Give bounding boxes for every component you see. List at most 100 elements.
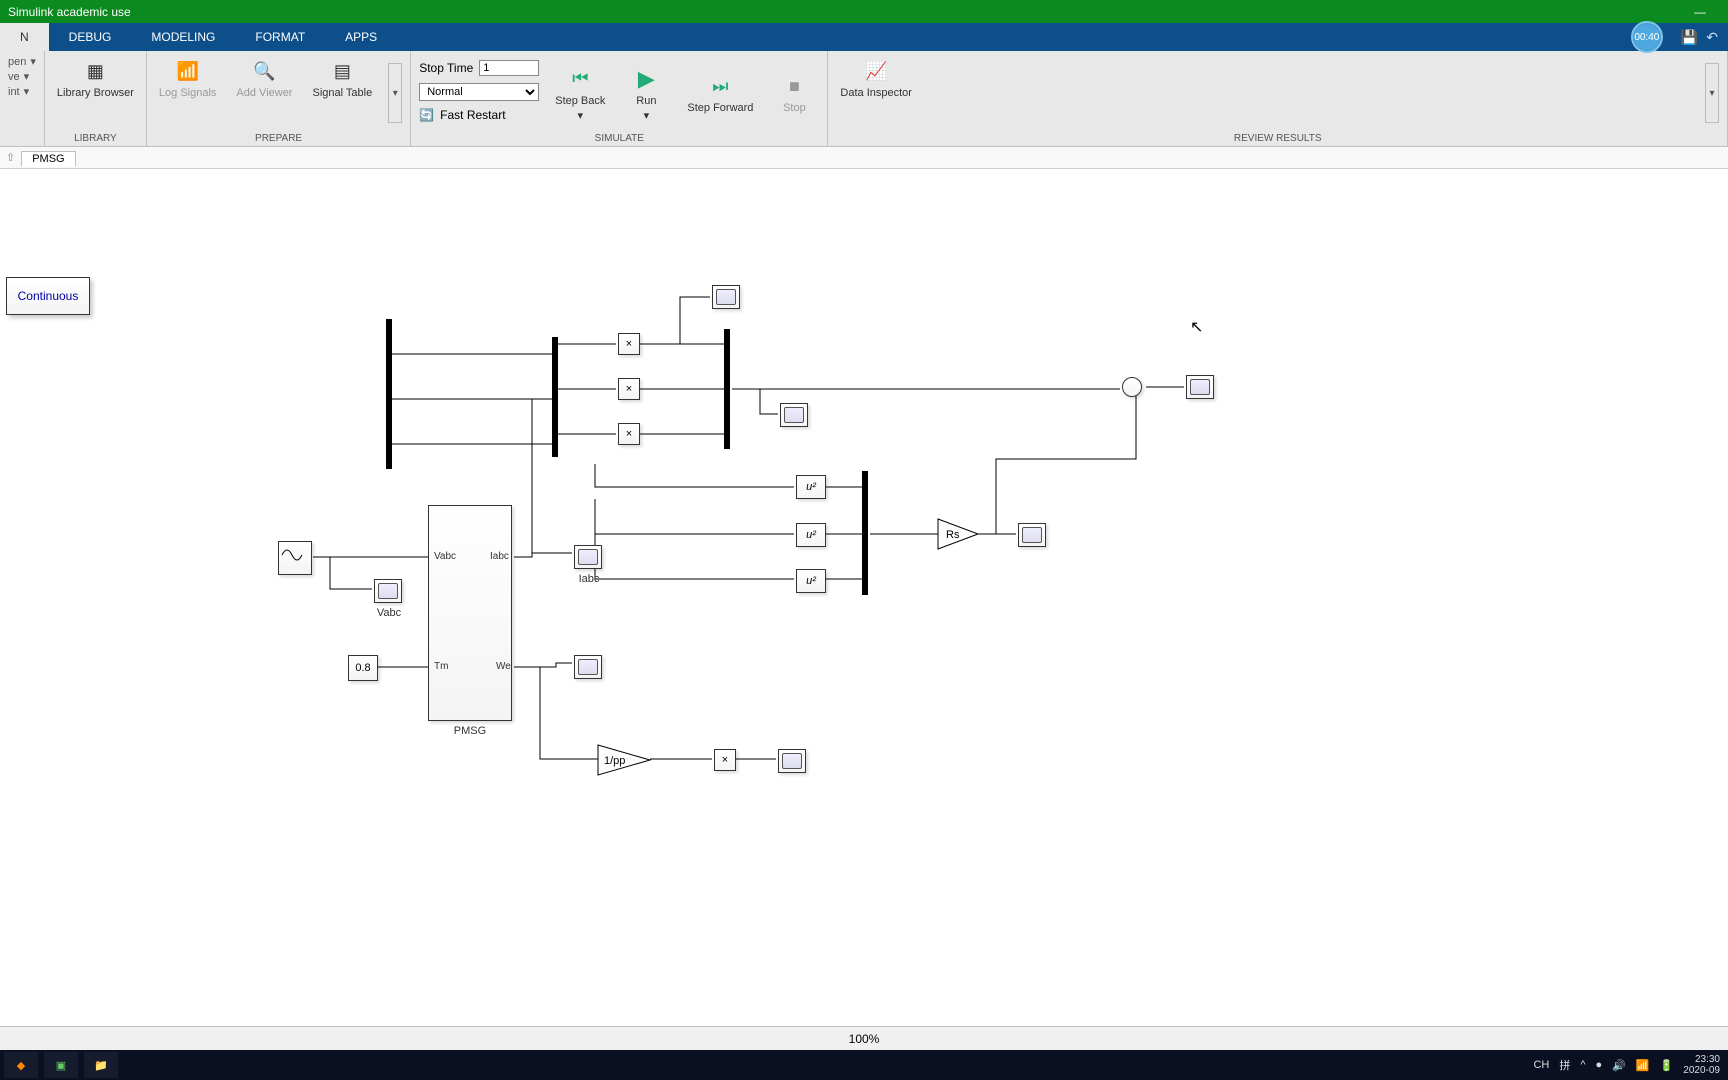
signal-lines	[0, 169, 1728, 1026]
data-inspector-button[interactable]: 📈 Data Inspector	[836, 55, 916, 101]
product4-block[interactable]: ×	[714, 749, 736, 771]
mux2-block[interactable]	[862, 471, 868, 595]
step-forward-button[interactable]: ⏭ Step Forward	[683, 70, 757, 116]
volume-icon[interactable]: 🔊	[1612, 1059, 1626, 1072]
pmsg-subsystem-block[interactable]	[428, 505, 512, 721]
square1-block[interactable]: u²	[796, 475, 826, 499]
windows-taskbar[interactable]: ◆ ▣ 📁 CH 拼 ^ ● 🔊 📶 🔋 23:30 2020-09	[0, 1050, 1728, 1080]
demux1-block[interactable]	[386, 319, 392, 469]
model-tab[interactable]: PMSG	[21, 151, 75, 167]
ime-indicator[interactable]: CH	[1533, 1059, 1549, 1071]
mux1-block[interactable]	[724, 329, 730, 449]
fast-restart-icon: 🔄	[419, 108, 434, 122]
zoom-level[interactable]: 100%	[849, 1032, 880, 1046]
scope-mid-block[interactable]	[780, 403, 808, 427]
onedrive-icon[interactable]: ●	[1596, 1059, 1603, 1071]
stoptime-label: Stop Time	[419, 61, 473, 75]
system-tray[interactable]: CH 拼 ^ ● 🔊 📶 🔋 23:30 2020-09	[1533, 1054, 1724, 1076]
group-label-simulate: SIMULATE	[419, 131, 819, 146]
explorer-taskbar-icon[interactable]: 📁	[84, 1052, 118, 1078]
sum-block[interactable]	[1122, 377, 1142, 397]
sine-wave-block[interactable]	[278, 541, 312, 575]
step-back-icon: ⏮	[566, 65, 594, 93]
iabc-scope-label: Iabc	[572, 573, 606, 585]
ribbon-tabstrip: N DEBUG MODELING FORMAT APPS 00:40 💾 ↶	[0, 23, 1728, 51]
product3-block[interactable]: ×	[618, 423, 640, 445]
pmsg-port-we: We	[496, 661, 511, 672]
undo-icon[interactable]: ↶	[1706, 29, 1718, 46]
svg-text:1/pp: 1/pp	[604, 755, 625, 767]
step-back-button[interactable]: ⏮ Step Back ▾	[551, 63, 609, 124]
signal-table-icon: ▤	[328, 57, 356, 85]
save-icon[interactable]: 💾	[1681, 29, 1698, 46]
scope-top-block[interactable]	[712, 285, 740, 309]
run-icon: ▶	[632, 65, 660, 93]
stop-button[interactable]: ■ Stop	[769, 70, 819, 116]
square3-block[interactable]: u²	[796, 569, 826, 593]
stoptime-input[interactable]	[479, 60, 539, 76]
fast-restart-button[interactable]: 🔄 Fast Restart	[419, 108, 539, 122]
ribbon-toolbar: pen ▾ ve ▾ int ▾ ▦ Library Browser LIBRA…	[0, 51, 1728, 147]
demux2-block[interactable]	[552, 337, 558, 457]
taskbar-clock[interactable]: 23:30 2020-09	[1683, 1054, 1724, 1076]
group-label-library: LIBRARY	[53, 131, 138, 146]
sim-mode-select[interactable]: Normal	[419, 83, 539, 101]
wifi-icon[interactable]: 📶	[1636, 1059, 1650, 1072]
we-scope-block[interactable]	[574, 655, 602, 679]
run-button[interactable]: ▶ Run ▾	[621, 63, 671, 124]
pmsg-label: PMSG	[428, 725, 512, 737]
log-signals-button[interactable]: 📶 Log Signals	[155, 55, 221, 101]
pmsg-port-tm: Tm	[434, 661, 448, 672]
matlab-taskbar-icon[interactable]: ◆	[4, 1052, 38, 1078]
product1-block[interactable]: ×	[618, 333, 640, 355]
scope-right-block[interactable]	[1186, 375, 1214, 399]
vabc-scope-block[interactable]	[374, 579, 402, 603]
scope-bottom-block[interactable]	[778, 749, 806, 773]
pmsg-port-vabc: Vabc	[434, 551, 456, 562]
window-titlebar: Simulink academic use —	[0, 0, 1728, 23]
group-label-prepare: PREPARE	[155, 131, 402, 146]
signal-table-button[interactable]: ▤ Signal Table	[308, 55, 376, 101]
prepare-more-dropdown[interactable]: ▾	[388, 63, 402, 123]
model-breadcrumb: ⇧ PMSG	[0, 147, 1728, 169]
constant-block[interactable]: 0.8	[348, 655, 378, 681]
add-viewer-button[interactable]: 🔍 Add Viewer	[232, 55, 296, 101]
vabc-scope-label: Vabc	[374, 607, 404, 619]
group-label-review: REVIEW RESULTS	[836, 131, 1719, 146]
iabc-scope-block[interactable]	[574, 545, 602, 569]
print-button[interactable]: int ▾	[8, 85, 36, 98]
library-icon: ▦	[81, 57, 109, 85]
open-button[interactable]: pen ▾	[8, 55, 36, 68]
svg-text:Rs: Rs	[946, 529, 960, 541]
tab-apps[interactable]: APPS	[325, 23, 397, 51]
status-bar: 100%	[0, 1026, 1728, 1050]
model-canvas[interactable]: Continuous Vabc 0.8 Vabc Iabc Tm We PMSG…	[0, 169, 1728, 1026]
tab-modeling[interactable]: MODELING	[131, 23, 235, 51]
sine-icon	[279, 542, 305, 568]
powergui-block[interactable]: Continuous	[6, 277, 90, 315]
scope-rs-block[interactable]	[1018, 523, 1046, 547]
tray-chevron-icon[interactable]: ^	[1580, 1059, 1585, 1071]
app2-taskbar-icon[interactable]: ▣	[44, 1052, 78, 1078]
recording-timer: 00:40	[1631, 21, 1663, 53]
up-icon[interactable]: ⇧	[6, 151, 15, 164]
tab-format[interactable]: FORMAT	[235, 23, 325, 51]
product2-block[interactable]: ×	[618, 378, 640, 400]
log-signals-icon: 📶	[174, 57, 202, 85]
tab-debug[interactable]: DEBUG	[49, 23, 132, 51]
pmsg-port-iabc: Iabc	[490, 551, 509, 562]
stop-icon: ■	[780, 72, 808, 100]
save-button[interactable]: ve ▾	[8, 70, 36, 83]
minimize-button[interactable]: —	[1680, 5, 1720, 19]
step-forward-icon: ⏭	[706, 72, 734, 100]
data-inspector-icon: 📈	[862, 57, 890, 85]
battery-icon[interactable]: 🔋	[1660, 1059, 1674, 1072]
add-viewer-icon: 🔍	[250, 57, 278, 85]
ime-mode[interactable]: 拼	[1559, 1057, 1570, 1073]
tab-simulation[interactable]: N	[0, 23, 49, 51]
square2-block[interactable]: u²	[796, 523, 826, 547]
window-title: Simulink academic use	[8, 5, 131, 19]
library-browser-button[interactable]: ▦ Library Browser	[53, 55, 138, 101]
group-label-file	[8, 131, 36, 146]
review-more-dropdown[interactable]: ▾	[1705, 63, 1719, 123]
